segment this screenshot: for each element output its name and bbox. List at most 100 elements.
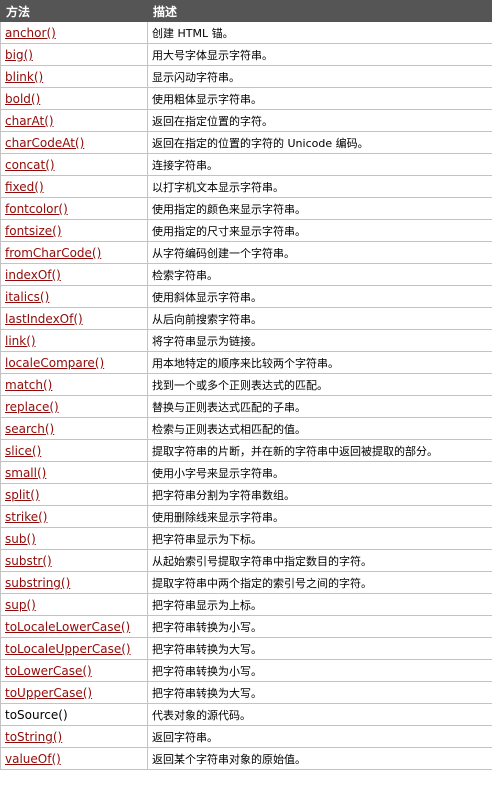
method-link[interactable]: localeCompare() <box>5 356 104 370</box>
table-row: replace() 替换与正则表达式匹配的子串。 <box>0 395 492 418</box>
description-cell: 从字符编码创建一个字符串。 <box>147 241 492 264</box>
method-link[interactable]: toLocaleLowerCase() <box>5 620 130 634</box>
method-cell: blink() <box>0 65 148 88</box>
method-link[interactable]: slice() <box>5 444 41 458</box>
method-link[interactable]: substr() <box>5 554 52 568</box>
method-link[interactable]: strike() <box>5 510 48 524</box>
method-cell: lastIndexOf() <box>0 307 148 330</box>
method-link[interactable]: fromCharCode() <box>5 246 101 260</box>
description-cell: 返回某个字符串对象的原始值。 <box>147 747 492 770</box>
table-row: substring() 提取字符串中两个指定的索引号之间的字符。 <box>0 571 492 594</box>
method-link[interactable]: search() <box>5 422 54 436</box>
table-row: lastIndexOf() 从后向前搜索字符串。 <box>0 307 492 330</box>
description-cell: 检索与正则表达式相匹配的值。 <box>147 417 492 440</box>
description-cell: 连接字符串。 <box>147 153 492 176</box>
method-link[interactable]: substring() <box>5 576 70 590</box>
table-row: indexOf() 检索字符串。 <box>0 263 492 286</box>
method-link[interactable]: replace() <box>5 400 59 414</box>
method-link[interactable]: toUpperCase() <box>5 686 92 700</box>
method-link[interactable]: lastIndexOf() <box>5 312 83 326</box>
table-row: toLocaleLowerCase() 把字符串转换为小写。 <box>0 615 492 638</box>
method-cell: link() <box>0 329 148 352</box>
table-row: anchor() 创建 HTML 锚。 <box>0 21 492 44</box>
description-cell: 把字符串显示为下标。 <box>147 527 492 550</box>
method-link[interactable]: indexOf() <box>5 268 61 282</box>
method-link[interactable]: concat() <box>5 158 55 172</box>
table-row: charAt() 返回在指定位置的字符。 <box>0 109 492 132</box>
method-cell: concat() <box>0 153 148 176</box>
method-link[interactable]: big() <box>5 48 33 62</box>
method-cell: search() <box>0 417 148 440</box>
method-cell: replace() <box>0 395 148 418</box>
method-cell: indexOf() <box>0 263 148 286</box>
description-cell: 用本地特定的顺序来比较两个字符串。 <box>147 351 492 374</box>
table-header: 方法 描述 <box>0 0 492 22</box>
method-link[interactable]: small() <box>5 466 46 480</box>
description-cell: 使用斜体显示字符串。 <box>147 285 492 308</box>
description-cell: 检索字符串。 <box>147 263 492 286</box>
method-link[interactable]: fixed() <box>5 180 44 194</box>
string-methods-table: 方法 描述 anchor() 创建 HTML 锚。 big() 用大号字体显示字符串。… <box>0 0 492 770</box>
table-row: split() 把字符串分割为字符串数组。 <box>0 483 492 506</box>
description-cell: 使用小字号来显示字符串。 <box>147 461 492 484</box>
description-cell: 从后向前搜索字符串。 <box>147 307 492 330</box>
method-link[interactable]: match() <box>5 378 52 392</box>
description-column-header: 描述 <box>147 0 492 22</box>
method-link[interactable]: valueOf() <box>5 752 61 766</box>
method-link[interactable]: link() <box>5 334 36 348</box>
description-cell: 以打字机文本显示字符串。 <box>147 175 492 198</box>
table-row: toString() 返回字符串。 <box>0 725 492 748</box>
header-row: 方法 描述 <box>0 0 492 22</box>
description-cell: 把字符串转换为小写。 <box>147 659 492 682</box>
method-link[interactable]: toLocaleUpperCase() <box>5 642 131 656</box>
method-link[interactable]: charCodeAt() <box>5 136 84 150</box>
table-row: toLocaleUpperCase() 把字符串转换为大写。 <box>0 637 492 660</box>
method-link[interactable]: fontsize() <box>5 224 62 238</box>
description-cell: 提取字符串的片断，并在新的字符串中返回被提取的部分。 <box>147 439 492 462</box>
table-row: slice() 提取字符串的片断，并在新的字符串中返回被提取的部分。 <box>0 439 492 462</box>
method-link[interactable]: italics() <box>5 290 49 304</box>
method-cell: fontcolor() <box>0 197 148 220</box>
description-cell: 返回字符串。 <box>147 725 492 748</box>
description-cell: 替换与正则表达式匹配的子串。 <box>147 395 492 418</box>
method-cell: sup() <box>0 593 148 616</box>
method-link[interactable]: blink() <box>5 70 43 84</box>
table-row: big() 用大号字体显示字符串。 <box>0 43 492 66</box>
table-row: match() 找到一个或多个正则表达式的匹配。 <box>0 373 492 396</box>
table-row: charCodeAt() 返回在指定的位置的字符的 Unicode 编码。 <box>0 131 492 154</box>
method-link[interactable]: toLowerCase() <box>5 664 92 678</box>
table-row: valueOf() 返回某个字符串对象的原始值。 <box>0 747 492 770</box>
table-row: fontcolor() 使用指定的颜色来显示字符串。 <box>0 197 492 220</box>
method-link[interactable]: sup() <box>5 598 36 612</box>
table-row: toUpperCase() 把字符串转换为大写。 <box>0 681 492 704</box>
description-cell: 用大号字体显示字符串。 <box>147 43 492 66</box>
method-link[interactable]: anchor() <box>5 26 56 40</box>
method-cell: strike() <box>0 505 148 528</box>
method-cell: charCodeAt() <box>0 131 148 154</box>
description-cell: 使用粗体显示字符串。 <box>147 87 492 110</box>
table-row: link() 将字符串显示为链接。 <box>0 329 492 352</box>
method-link[interactable]: toString() <box>5 730 62 744</box>
description-cell: 提取字符串中两个指定的索引号之间的字符。 <box>147 571 492 594</box>
method-column-header: 方法 <box>0 0 148 22</box>
description-cell: 把字符串转换为大写。 <box>147 637 492 660</box>
method-link[interactable]: bold() <box>5 92 40 106</box>
method-cell: split() <box>0 483 148 506</box>
method-link[interactable]: split() <box>5 488 40 502</box>
method-cell: toLowerCase() <box>0 659 148 682</box>
description-cell: 返回在指定的位置的字符的 Unicode 编码。 <box>147 131 492 154</box>
method-cell: big() <box>0 43 148 66</box>
method-cell: valueOf() <box>0 747 148 770</box>
table-row: substr() 从起始索引号提取字符串中指定数目的字符。 <box>0 549 492 572</box>
method-cell: charAt() <box>0 109 148 132</box>
description-cell: 把字符串转换为大写。 <box>147 681 492 704</box>
method-link[interactable]: fontcolor() <box>5 202 68 216</box>
method-cell: italics() <box>0 285 148 308</box>
description-cell: 使用指定的尺寸来显示字符串。 <box>147 219 492 242</box>
method-cell: bold() <box>0 87 148 110</box>
method-link[interactable]: sub() <box>5 532 36 546</box>
method-cell: fixed() <box>0 175 148 198</box>
method-link[interactable]: charAt() <box>5 114 54 128</box>
method-cell: toUpperCase() <box>0 681 148 704</box>
table-row: fixed() 以打字机文本显示字符串。 <box>0 175 492 198</box>
